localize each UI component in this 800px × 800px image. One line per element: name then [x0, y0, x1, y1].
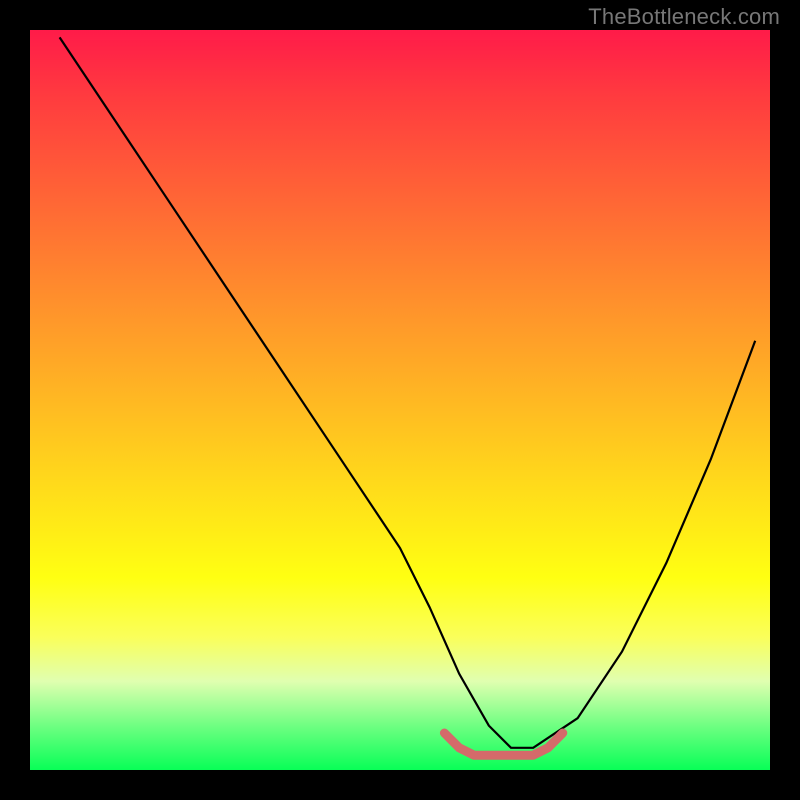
chart-frame: TheBottleneck.com [0, 0, 800, 800]
bottleneck-curve-path [60, 37, 756, 747]
curve-layer [30, 30, 770, 770]
watermark-text: TheBottleneck.com [588, 4, 780, 30]
plot-area [30, 30, 770, 770]
optimal-band-path [444, 733, 562, 755]
